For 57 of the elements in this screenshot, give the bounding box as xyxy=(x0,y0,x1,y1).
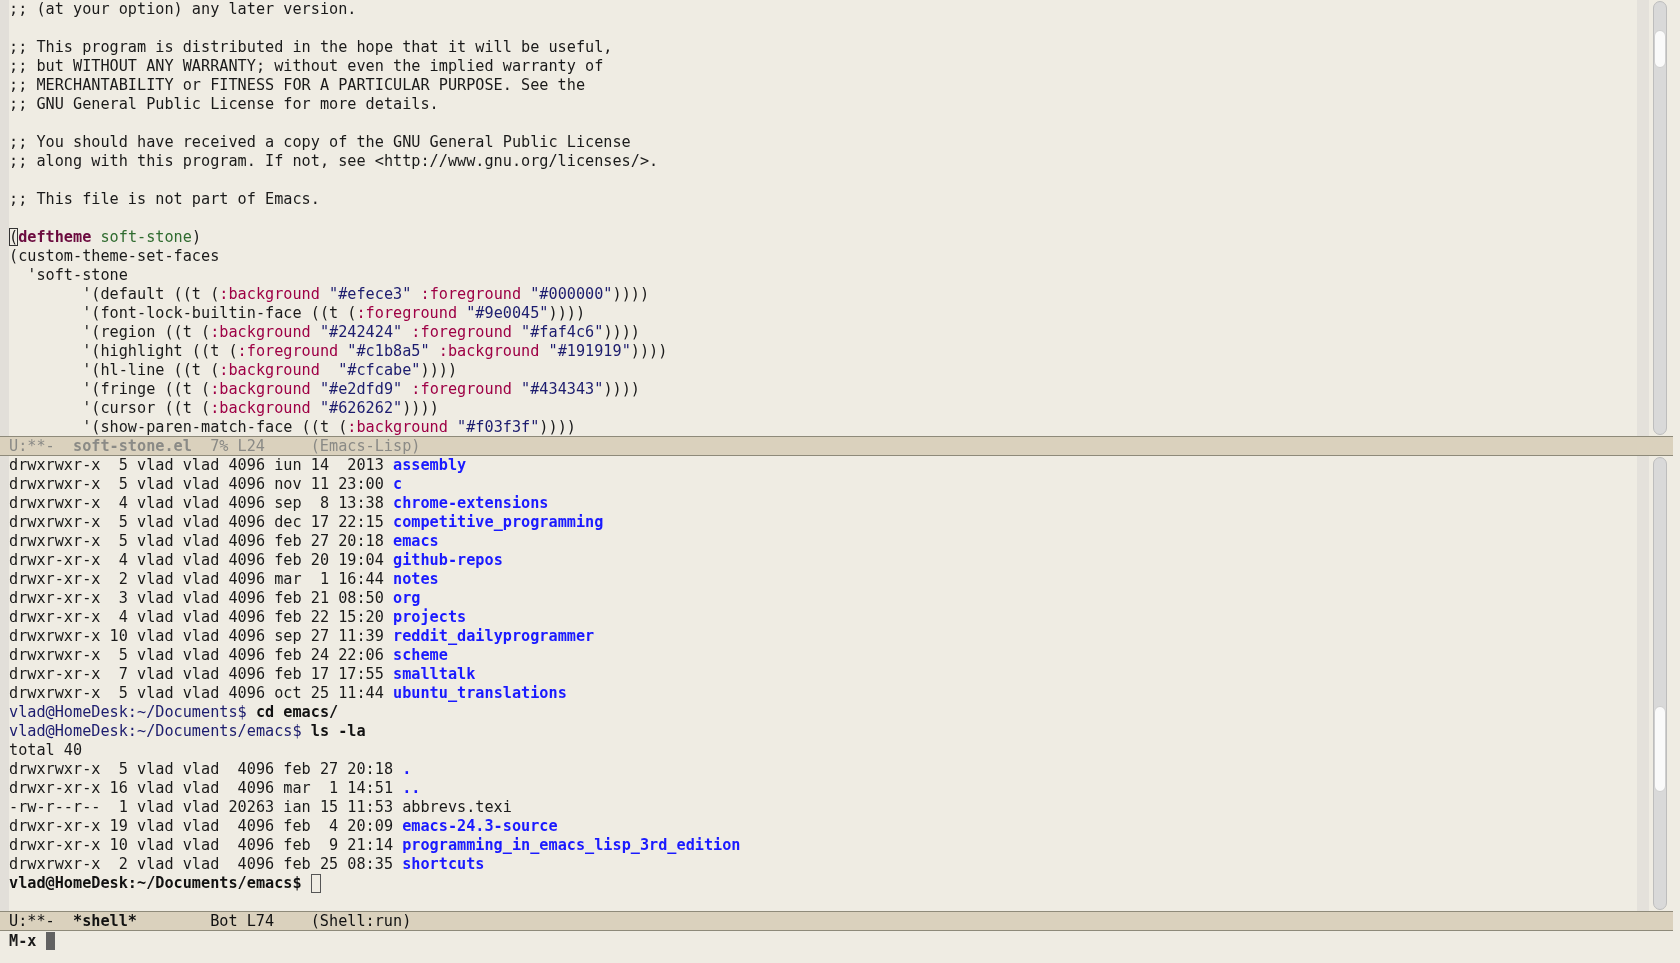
code-line: ;; This program is distributed in the hope that it will be useful, xyxy=(9,38,613,57)
terminal-line: drwxr-xr-x 4 vlad vlad 4096 feb 22 15:20 projects xyxy=(9,608,467,627)
terminal-line: drwxrwxr-x 5 vlad vlad 4096 nov 11 23:00 c xyxy=(9,475,403,494)
major-mode: (Shell:run) xyxy=(310,911,412,931)
buffer-position: Bot L74 xyxy=(210,911,276,931)
terminal-line: drwxr-xr-x 10 vlad vlad 4096 feb 9 21:14 programming_in_emacs_lisp_3rd_edition xyxy=(9,836,741,855)
text-cursor xyxy=(45,932,55,950)
code-line: ;; GNU General Public License for more details. xyxy=(9,95,439,114)
text-cursor xyxy=(310,874,321,893)
terminal-line: drwxrwxr-x 10 vlad vlad 4096 sep 27 11:39 reddit_dailyprogrammer xyxy=(9,627,595,646)
scrollbar[interactable] xyxy=(1653,1,1667,435)
code-line: ;; You should have received a copy of the GNU General Public License xyxy=(9,133,631,152)
terminal-line: drwxrwxr-x 4 vlad vlad 4096 sep 8 13:38 chrome-extensions xyxy=(9,494,549,513)
buffer-name: *shell* xyxy=(73,911,138,931)
terminal-line: drwxr-xr-x 19 vlad vlad 4096 feb 4 20:09 emacs-24.3-source xyxy=(9,817,558,836)
terminal-line: drwxrwxr-x 5 vlad vlad 4096 feb 27 20:18 . xyxy=(9,760,412,779)
code-line: (custom-theme-set-faces xyxy=(9,247,220,266)
terminal-line: drwxrwxr-x 5 vlad vlad 4096 feb 24 22:06 scheme xyxy=(9,646,448,665)
terminal-line: drwxrwxr-x 5 vlad vlad 4096 dec 17 22:15 competitive_programming xyxy=(9,513,604,532)
code-line: ;; (at your option) any later version. xyxy=(9,0,357,19)
mode-status: U:**- xyxy=(9,436,56,456)
scrollbar-thumb[interactable] xyxy=(1654,30,1666,68)
code-line: ;; but WITHOUT ANY WARRANTY; without even the implied warranty of xyxy=(9,57,604,76)
code-line: '(cursor ((t (:background "#626262")))) xyxy=(81,399,439,418)
terminal-line: drwxr-xr-x 3 vlad vlad 4096 feb 21 08:50 org xyxy=(9,589,421,608)
terminal-line: drwxr-xr-x 4 vlad vlad 4096 feb 20 19:04 github-repos xyxy=(9,551,503,570)
code-line: '(highlight ((t (:foreground "#c1b8a5" :background "#191919")))) xyxy=(81,342,668,361)
code-line: '(fringe ((t (:background "#e2dfd9" :foreground "#434343")))) xyxy=(81,380,640,399)
terminal-line: drwxrwxr-x 2 vlad vlad 4096 feb 25 08:35 shortcuts xyxy=(9,855,485,874)
code-line: '(hl-line ((t (:background "#cfcabe")))) xyxy=(81,361,458,380)
terminal-line: drwxr-xr-x 2 vlad vlad 4096 mar 1 16:44 notes xyxy=(9,570,439,589)
code-line: ;; along with this program. If not, see <http://www.gnu.org/licenses/>. xyxy=(9,152,659,171)
minibuffer-prompt: M-x xyxy=(9,931,37,951)
buffer-name: soft-stone.el xyxy=(73,436,193,456)
major-mode: (Emacs-Lisp) xyxy=(310,436,421,456)
terminal-line: total 40 xyxy=(9,741,83,760)
code-line: '(show-paren-match-face ((t (:background "#f03f3f")))) xyxy=(81,418,576,436)
terminal-line: vlad@HomeDesk:~/Documents/emacs$ ls -la xyxy=(9,722,366,741)
terminal-line: -rw-r--r-- 1 vlad vlad 20263 ian 15 11:53 abbrevs.texi xyxy=(9,798,512,817)
code-line: (deftheme soft-stone) xyxy=(9,228,202,247)
code-line: '(region ((t (:background "#242424" :foreground "#faf4c6")))) xyxy=(81,323,640,342)
terminal-line: drwxr-xr-x 7 vlad vlad 4096 feb 17 17:55 smalltalk xyxy=(9,665,476,684)
scrollbar[interactable] xyxy=(1653,457,1667,910)
terminal-line: drwxrwxr-x 5 vlad vlad 4096 oct 25 11:44 ubuntu_translations xyxy=(9,684,567,703)
mode-status: U:**- xyxy=(9,911,56,931)
buffer-position: 7% L24 xyxy=(210,436,266,456)
code-line: ;; MERCHANTABILITY or FITNESS FOR A PARTICULAR PURPOSE. See the xyxy=(9,76,586,95)
scrollbar-thumb[interactable] xyxy=(1654,706,1666,792)
code-line: 'soft-stone xyxy=(26,266,128,285)
terminal-line: vlad@HomeDesk:~/Documents$ cd emacs/ xyxy=(9,703,339,722)
terminal-line: vlad@HomeDesk:~/Documents/emacs$ xyxy=(9,874,302,893)
code-line: ;; This file is not part of Emacs. xyxy=(9,190,320,209)
code-line: '(font-lock-builtin-face ((t (:foreground "#9e0045")))) xyxy=(81,304,586,323)
terminal-line: drwxrwxr-x 5 vlad vlad 4096 iun 14 2013 assembly xyxy=(9,456,467,475)
terminal-line: drwxr-xr-x 16 vlad vlad 4096 mar 1 14:51 .. xyxy=(9,779,421,798)
terminal-line: drwxrwxr-x 5 vlad vlad 4096 feb 27 20:18 emacs xyxy=(9,532,439,551)
code-line: '(default ((t (:background "#efece3" :foreground "#000000")))) xyxy=(81,285,650,304)
